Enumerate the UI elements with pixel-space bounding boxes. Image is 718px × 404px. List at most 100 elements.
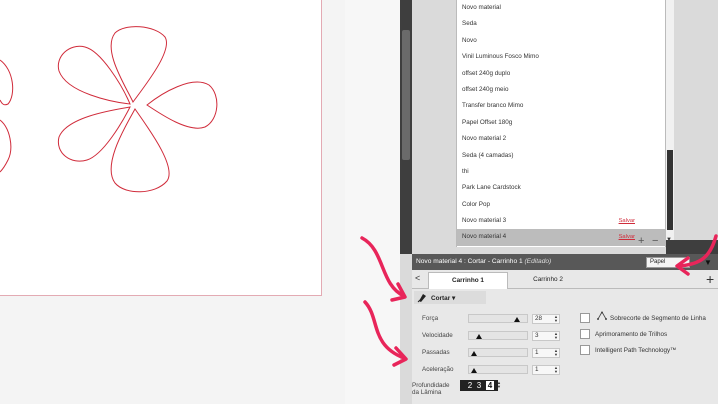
speed-value: 3 bbox=[535, 332, 539, 339]
material-label: Novo material bbox=[462, 4, 501, 11]
collapse-toggle-icon[interactable]: ▼ bbox=[704, 258, 712, 267]
intelligent-path-label: Intelligent Path Technology™ bbox=[595, 347, 677, 354]
blade-depth-label-line2: da Lâmina bbox=[412, 389, 442, 396]
material-type-select[interactable]: Papel bbox=[646, 257, 690, 268]
force-slider-handle[interactable] bbox=[513, 317, 520, 322]
material-label: offset 240g meio bbox=[462, 85, 509, 93]
list-item[interactable]: offset 240g duplo bbox=[457, 66, 665, 82]
list-item[interactable]: offset 240g meio bbox=[457, 82, 665, 98]
list-item[interactable]: Transfer branco Mimo bbox=[457, 98, 665, 114]
add-tab-button[interactable]: + bbox=[706, 271, 714, 287]
list-item[interactable]: Novo material bbox=[457, 0, 665, 16]
material-label: Transfer branco Mimo bbox=[462, 102, 524, 110]
material-label: Vinil Luminous Fosco Mimo bbox=[462, 53, 539, 61]
overcut-checkbox[interactable] bbox=[580, 313, 590, 323]
acceleration-stepper-icon[interactable]: ▲ ▼ bbox=[554, 366, 558, 374]
list-item[interactable]: Papel Offset 180g bbox=[457, 115, 665, 131]
blade-depth-label: Profundidade da Lâmina bbox=[412, 382, 449, 396]
action-dropdown[interactable]: Cortar ▾ bbox=[414, 291, 486, 304]
force-value: 28 bbox=[535, 315, 543, 322]
blade-depth-label-line1: Profundidade bbox=[412, 382, 450, 389]
tab-carriage-1[interactable]: Carrinho 1 bbox=[428, 272, 508, 289]
material-label: Seda (4 camadas) bbox=[462, 151, 514, 159]
passes-slider[interactable] bbox=[468, 348, 528, 357]
list-item[interactable]: Vinil Luminous Fosco Mimo bbox=[457, 49, 665, 65]
remove-material-button[interactable]: − bbox=[652, 235, 658, 247]
flower-petal-bottom bbox=[110, 108, 170, 193]
material-list-scrollbar-thumb[interactable] bbox=[667, 150, 673, 230]
intelligent-path-checkbox[interactable] bbox=[580, 345, 590, 355]
save-link[interactable]: Salvar bbox=[619, 213, 635, 229]
list-item[interactable]: Color Pop bbox=[457, 197, 665, 213]
action-row: Cortar ▾ bbox=[412, 289, 718, 306]
passes-value: 1 bbox=[535, 349, 539, 356]
list-item[interactable]: Seda (4 camadas) bbox=[457, 148, 665, 164]
acceleration-slider[interactable] bbox=[468, 365, 528, 374]
list-item[interactable]: Novo material 3 Salvar bbox=[457, 213, 665, 229]
material-label: Novo material 3 bbox=[462, 217, 507, 225]
blade-depth-digit[interactable]: 3 bbox=[475, 381, 483, 390]
material-label: thi bbox=[462, 167, 469, 175]
flower-petal-top bbox=[110, 26, 167, 103]
design-canvas[interactable] bbox=[0, 0, 345, 404]
cut-settings-panel: Novo material Seda Novo Vinil Luminous F… bbox=[400, 0, 718, 404]
partial-flower-petal-lower bbox=[0, 119, 12, 173]
material-label: Park Lane Cardstock bbox=[462, 184, 521, 192]
overcut-label: Sobrecorte de Segmento de Linha bbox=[610, 315, 706, 322]
panel-scrollbar[interactable] bbox=[400, 0, 412, 254]
force-stepper-icon[interactable]: ▲ ▼ bbox=[554, 315, 558, 323]
add-material-button[interactable]: + bbox=[638, 235, 644, 247]
force-slider[interactable] bbox=[468, 314, 528, 323]
passes-label: Passadas bbox=[422, 349, 450, 356]
edited-indicator: (Editado) bbox=[524, 258, 552, 265]
blade-icon bbox=[417, 294, 426, 303]
list-item[interactable]: Novo bbox=[457, 33, 665, 49]
speed-label: Velocidade bbox=[422, 332, 453, 339]
track-enhancing-checkbox[interactable] bbox=[580, 329, 590, 339]
flower-shapes[interactable] bbox=[0, 0, 330, 300]
material-label: Novo material 2 bbox=[462, 135, 507, 143]
material-header-title: Novo material 4 : Cortar - Carrinho 1 bbox=[416, 258, 523, 265]
material-list[interactable]: Novo material Seda Novo Vinil Luminous F… bbox=[456, 0, 666, 247]
line-segment-icon bbox=[597, 311, 607, 320]
panel-scrollbar-thumb[interactable] bbox=[402, 30, 410, 160]
track-enhancing-label: Aprimoramento de Trilhos bbox=[595, 331, 668, 338]
acceleration-input[interactable]: 1 ▲ ▼ bbox=[532, 365, 560, 375]
speed-input[interactable]: 3 ▲ ▼ bbox=[532, 331, 560, 341]
flower bbox=[57, 26, 218, 193]
material-label: Seda bbox=[462, 20, 477, 28]
flower-petal-lower-left bbox=[57, 106, 131, 162]
blade-depth-selector[interactable]: 2 3 4 bbox=[460, 380, 498, 391]
speed-slider-handle[interactable] bbox=[476, 334, 482, 339]
blade-depth-stepper-icon[interactable]: ▲ ▼ bbox=[497, 381, 501, 389]
speed-slider[interactable] bbox=[468, 331, 528, 340]
material-label: offset 240g duplo bbox=[462, 69, 511, 77]
material-label: Color Pop bbox=[462, 200, 491, 208]
panel-divider bbox=[666, 240, 718, 254]
flower-petal-right bbox=[146, 81, 218, 129]
action-label: Cortar ▾ bbox=[431, 295, 456, 302]
force-input[interactable]: 28 ▲ ▼ bbox=[532, 314, 560, 324]
material-list-scrollbar[interactable] bbox=[666, 0, 674, 247]
list-item[interactable]: thi bbox=[457, 164, 665, 180]
acceleration-label: Aceleração bbox=[422, 366, 454, 373]
tab-prev-button[interactable]: < bbox=[415, 273, 420, 283]
force-label: Força bbox=[422, 315, 439, 322]
list-item[interactable]: Park Lane Cardstock bbox=[457, 180, 665, 196]
passes-slider-handle[interactable] bbox=[471, 351, 477, 356]
material-label: Papel Offset 180g bbox=[462, 118, 513, 126]
blade-depth-digit-selected[interactable]: 4 bbox=[486, 381, 494, 390]
cut-settings: Força 28 ▲ ▼ Velocidade 3 ▲ ▼ Passadas 1 ▲… bbox=[412, 306, 718, 404]
canvas-gutter bbox=[345, 0, 400, 404]
acceleration-slider-handle[interactable] bbox=[471, 368, 477, 373]
acceleration-value: 1 bbox=[535, 366, 539, 373]
passes-input[interactable]: 1 ▲ ▼ bbox=[532, 348, 560, 358]
tab-carriage-2[interactable]: Carrinho 2 bbox=[508, 272, 588, 289]
passes-stepper-icon[interactable]: ▲ ▼ bbox=[554, 349, 558, 357]
blade-depth-digit[interactable]: 2 bbox=[466, 381, 474, 390]
list-item[interactable]: Seda bbox=[457, 16, 665, 32]
speed-stepper-icon[interactable]: ▲ ▼ bbox=[554, 332, 558, 340]
partial-flower-petal-upper bbox=[0, 59, 14, 106]
material-list-footer: + − ▼ bbox=[456, 234, 674, 248]
list-item[interactable]: Novo material 2 bbox=[457, 131, 665, 147]
